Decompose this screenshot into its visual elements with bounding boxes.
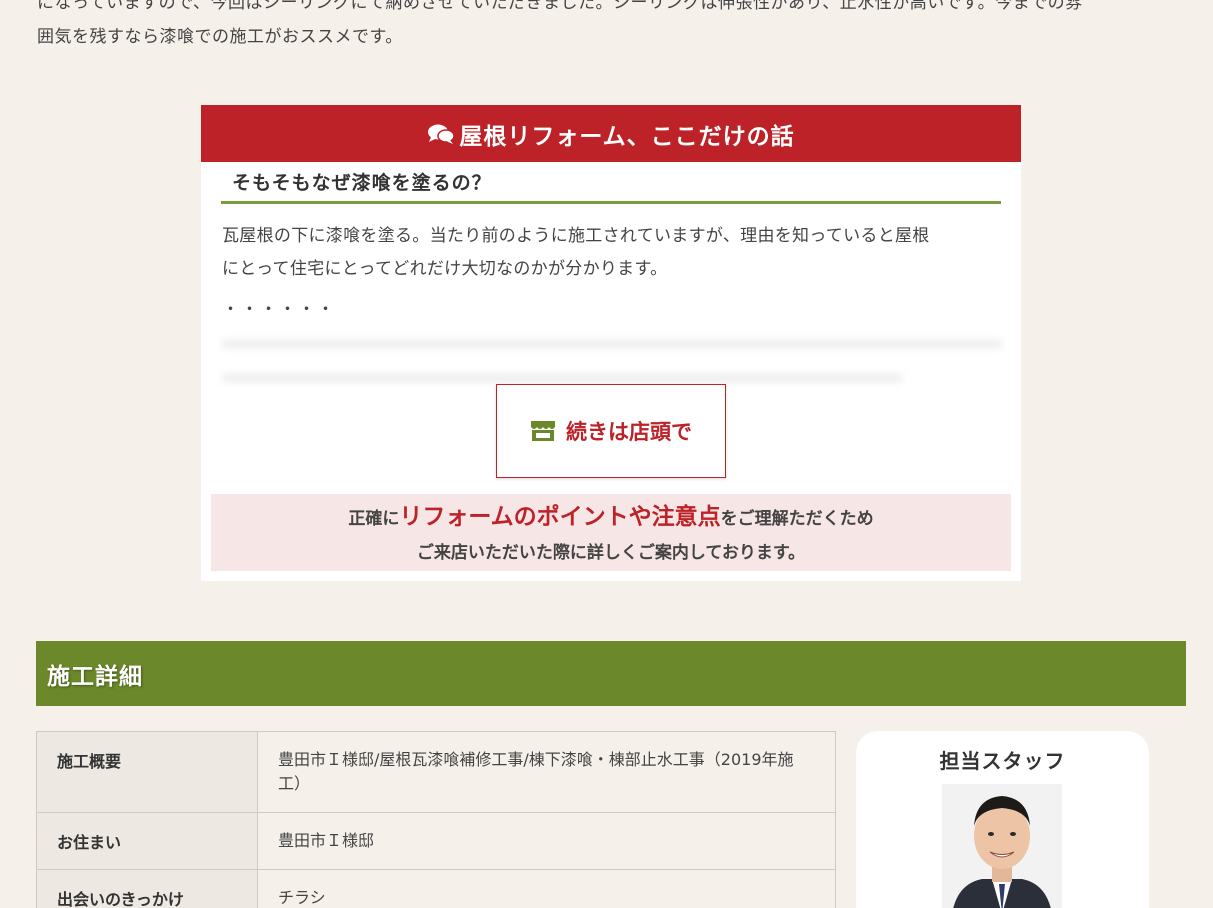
- section-title: 施工詳細: [47, 663, 143, 690]
- staff-card: 担当スタッフ: [856, 731, 1149, 908]
- chat-bubbles-icon: [428, 124, 456, 144]
- column-body-line-2: にとって住宅にとってどれだけ大切なのかが分かります。: [222, 259, 668, 279]
- intro-paragraph: になっていますので、今回はシーリングにて納めさせていただきました。シーリングは伸…: [37, 0, 1187, 54]
- note-prefix: 正確に: [348, 509, 400, 529]
- table-row: お住まい 豊田市Ｉ様邸: [36, 812, 836, 870]
- column-header-title: 屋根リフォーム、ここだけの話: [459, 123, 795, 150]
- table-row: 施工概要 豊田市Ｉ様邸/屋根瓦漆喰補修工事/棟下漆喰・棟部止水工事（2019年施…: [36, 731, 836, 813]
- row-label: 施工概要: [36, 731, 258, 813]
- table-row: 出会いのきっかけ チラシ: [36, 869, 836, 908]
- blurred-placeholder: [222, 327, 1002, 361]
- continue-label: 続きは店頭で: [566, 420, 692, 444]
- staff-photo: [942, 784, 1062, 908]
- note-box: 正確にリフォームのポイントや注意点をご理解ただくため ご来店いただいた際に詳しく…: [211, 494, 1011, 571]
- column-box: 屋根リフォーム、ここだけの話 そもそもなぜ漆喰を塗るの？ 瓦屋根の下に漆喰を塗る…: [201, 105, 1021, 581]
- column-body: 瓦屋根の下に漆喰を塗る。当たり前のように施工されていますが、理由を知っていると屋…: [222, 220, 1001, 286]
- row-value: 豊田市Ｉ様邸: [257, 812, 836, 870]
- note-suffix: をご理解ただくため: [720, 509, 874, 529]
- ellipsis-dots: ・・・・・・: [222, 300, 336, 320]
- note-highlight: リフォームのポイントや注意点: [399, 504, 721, 530]
- section-header-details: 施工詳細: [36, 641, 1186, 706]
- row-label: 出会いのきっかけ: [36, 869, 258, 908]
- blurred-placeholder: [336, 300, 846, 320]
- blurred-text: ・・・・・・: [222, 293, 1002, 395]
- staff-portrait-icon: [942, 784, 1062, 908]
- note-line-2: ご来店いただいた際に詳しくご案内しております。: [416, 543, 806, 563]
- column-body-line-1: 瓦屋根の下に漆喰を塗る。当たり前のように施工されていますが、理由を知っていると屋…: [222, 226, 930, 246]
- store-icon: [531, 421, 555, 441]
- staff-title: 担当スタッフ: [939, 749, 1066, 773]
- row-value: チラシ: [257, 869, 836, 908]
- continue-in-store-button[interactable]: 続きは店頭で: [496, 384, 726, 478]
- row-value: 豊田市Ｉ様邸/屋根瓦漆喰補修工事/棟下漆喰・棟部止水工事（2019年施工）: [257, 731, 836, 813]
- row-label: お住まい: [36, 812, 258, 870]
- column-subtitle: そもそもなぜ漆喰を塗るの？: [221, 168, 1001, 204]
- intro-line-2: 囲気を残すなら漆喰での施工がおススメです。: [37, 27, 403, 47]
- detail-table: 施工概要 豊田市Ｉ様邸/屋根瓦漆喰補修工事/棟下漆喰・棟部止水工事（2019年施…: [36, 731, 836, 908]
- column-header: 屋根リフォーム、ここだけの話: [201, 105, 1021, 162]
- intro-line-1: になっていますので、今回はシーリングにて納めさせていただきました。シーリングは伸…: [37, 0, 1083, 13]
